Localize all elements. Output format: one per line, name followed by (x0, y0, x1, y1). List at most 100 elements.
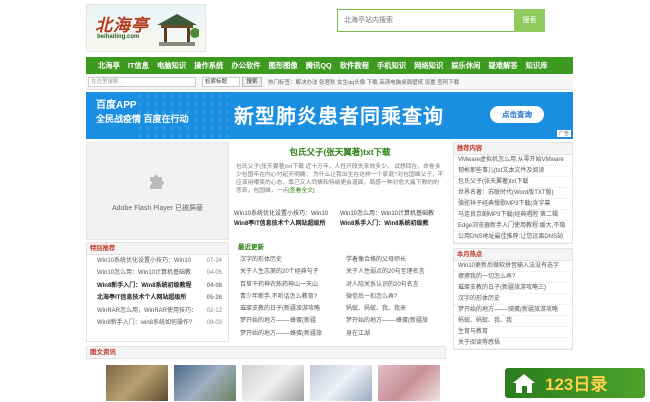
photo-news-heading: 图文资讯 (86, 346, 446, 359)
latest-item[interactable]: 蚂蚁、蚂蚁、我、我来 (340, 303, 446, 315)
site-logo[interactable]: 北海亭 beihaiting.com (86, 4, 206, 52)
special-item[interactable]: Win10系统优化设置小技巧：Win10 07-24 (87, 255, 228, 267)
recommend-item[interactable]: 世界名著：苏联时代(Word版TXT版) (454, 188, 572, 199)
monthly-hot-item[interactable]: 生育与教育 (454, 327, 572, 338)
latest-item[interactable]: 百草干药神农炼药神山一天山 (234, 279, 340, 291)
main-nav: 北海亭 IT信息 电脑知识 操作系统 办公软件 图形图像 腾讯QQ 软件教程 手机知识 网络知识娱… (86, 57, 573, 74)
latest-item[interactable]: 对人际关系认识的20句名言 (340, 279, 446, 291)
nav-item[interactable]: 娱乐休闲 (451, 61, 480, 71)
featured-article-desc: 包氏父子(张天翼著)txt下载 近十万年，人性开段失来效多少。 试想回在，命卷多… (234, 163, 446, 195)
logo-text: 北海亭 (95, 16, 149, 36)
nav-item[interactable]: 操作系统 (194, 61, 223, 71)
nav-item[interactable]: 知识库 (526, 61, 548, 71)
special-item-date: 05-26 (206, 295, 222, 302)
ad-banner[interactable]: 百度APP 全民战疫情 百度在行动 新型肺炎患者同乘查询 点击查询 广告 (86, 92, 573, 139)
article-link[interactable]: Win10怎么用：Win10计算机基础教 (340, 208, 446, 217)
banner-headline: 新型肺炎患者同乘查询 (234, 106, 444, 128)
latest-item[interactable]: 璀璨支教的日子(新疆旅游攻略 (234, 303, 340, 315)
special-item-date: 07-24 (206, 258, 222, 264)
nav-item[interactable]: 办公软件 (231, 61, 260, 71)
hot-tags: 热门标签：解决办法 张君秋 女生qq头像 下载 高清电脑桌面壁纸 设置 查阿下载 (268, 78, 459, 86)
latest-item[interactable]: 学着像合格的父母师长 (340, 254, 446, 266)
special-item[interactable]: WinRAR怎么用，WinRAR使用技巧： 02-12 (87, 305, 228, 317)
nav-item[interactable]: 腾讯QQ (306, 61, 332, 71)
sub-search-button[interactable]: 搜索 (242, 77, 262, 87)
search-button[interactable]: 搜索 (514, 9, 545, 32)
site-search: 搜索 (337, 9, 545, 32)
special-item[interactable]: Win10怎么用：Win10计算机基础教 04-05 (87, 267, 228, 279)
photo-thumb[interactable] (378, 365, 440, 401)
photo-thumb[interactable] (174, 365, 236, 401)
monthly-hot-item[interactable]: Win10更新后微软拼音输入法没有选字 (454, 261, 572, 272)
article-link[interactable]: Win8系手入门：Win8系统初级教 (340, 218, 446, 227)
photo-thumb[interactable] (106, 365, 168, 401)
latest-item[interactable]: 梦开始的地方——-蜂蛋(新疆旅 (340, 315, 446, 327)
recommend-item[interactable]: 韧彬那些事儿(txt文本文件及阅读 (454, 166, 572, 177)
latest-item[interactable]: 关于人性弱点的20句至理名言 (340, 266, 446, 278)
latest-item[interactable]: 汉字的形体历史 (234, 254, 340, 266)
special-item-title: Win10系统优化设置小技巧：Win10 (97, 258, 192, 264)
special-item[interactable]: 北海亭IT信息技术个人网站超级所 05-26 (87, 292, 228, 304)
monthly-hot-item[interactable]: 梦开始的地方——-骑蛋(新疆旅游攻略 (454, 305, 572, 316)
house-icon (513, 374, 535, 393)
latest-item[interactable]: 关于人生志美的20个经典句子 (234, 266, 340, 278)
special-heading: 特别推荐 (87, 243, 228, 255)
nav-item[interactable]: IT信息 (128, 61, 149, 71)
featured-article-text: 包氏父子(张天翼著)txt下载 近十万年，人性开段失来效多少。 试想回在，命卷多… (236, 164, 444, 194)
recommend-item[interactable]: Edge浏览器新手入门使用教程:缓大,不隐 (454, 221, 572, 232)
latest-item[interactable]: 青少年断手,不听话怎么教育? (234, 291, 340, 303)
monthly-hot-item[interactable]: 蚂蚁、蚂蚁、我、我 (454, 316, 572, 327)
monthly-hot-item[interactable]: 汉字的形体历史 (454, 294, 572, 305)
latest-item[interactable]: 身在江湖 (340, 328, 446, 340)
hot-tags-list[interactable]: 解决办法 张君秋 女生qq头像 下载 高清电脑桌面壁纸 设置 查阿下载 (296, 80, 460, 86)
logo-subtext: beihaiting.com (97, 34, 140, 40)
nav-item[interactable]: 手机知识 (377, 61, 406, 71)
recommend-item[interactable]: 公用DNS地址最佳推荐:让您远离DNS劫 (454, 232, 572, 243)
monthly-hot-item[interactable]: 擦擦我的一切怎么弄? (454, 272, 572, 283)
search-type-select[interactable]: 检索标题 (202, 77, 240, 87)
article-link[interactable]: Win10系统优化设置小技巧：Win10 (234, 208, 340, 217)
banner-slogan: 全民战疫情 百度在行动 (96, 114, 189, 124)
photo-thumb[interactable] (242, 365, 304, 401)
header: 北海亭 beihaiting.com 搜索 (0, 0, 650, 56)
nav-item[interactable]: 软件教程 (340, 61, 369, 71)
site-search-input[interactable] (338, 10, 508, 31)
monthly-hot-item[interactable]: 璀璨支教的日子(新疆旅游攻略三) (454, 283, 572, 294)
special-item-title: Win8新手入门：win8系统如何操作? (97, 319, 193, 326)
flash-placeholder[interactable]: Adobe Flash Player 已被屏蔽 (86, 142, 229, 240)
latest-item[interactable]: 梦开始的地方——-蜂蛋(新疆 (234, 315, 340, 327)
photo-news: 图文资讯 (86, 346, 446, 402)
read-more-link[interactable]: [查看全文] (288, 188, 314, 194)
special-item[interactable]: Win8新手入门：Win8系统初级教程 04-08 (87, 280, 228, 292)
monthly-hot-item[interactable]: 关于阅读等感悟 (454, 338, 572, 349)
special-item[interactable]: Win8新手入门：win8系统如何操作? 09-03 (87, 317, 228, 329)
special-recommend: 特别推荐 Win10系统优化设置小技巧：Win10 07-24 Win10怎么用：W… (86, 242, 229, 342)
recommend-item[interactable]: VMware虚拟机怎么用:从零开始VMware (454, 155, 572, 166)
recommend-item[interactable]: 骆驼祥子经典慢歌MP3下载(含字幕 (454, 199, 572, 210)
nav-item[interactable]: 北海亭 (98, 61, 120, 71)
nav-item[interactable]: 网络知识 (414, 61, 443, 71)
latest-item[interactable]: 微信后一扣怎么弄? (340, 291, 446, 303)
monthly-hot-heading: 本月热点 (454, 249, 572, 261)
featured-article-title[interactable]: 包氏父子(张天翼著)txt下载 (234, 146, 446, 158)
special-item-title: Win10怎么用：Win10计算机基础教 (97, 270, 192, 277)
sidebar: 推荐内容 VMware虚拟机怎么用:从零开始VMware 韧彬那些事儿(txt文本… (453, 142, 573, 350)
ad-badge: 广告 (556, 130, 571, 137)
special-item-title: WinRAR怎么用，WinRAR使用技巧： (97, 307, 198, 314)
nav-item[interactable]: 电脑知识 (157, 61, 186, 71)
article-links: Win10系统优化设置小技巧：Win10 Win10怎么用：Win10计算机基础教… (234, 207, 446, 227)
photo-thumb[interactable] (310, 365, 372, 401)
special-item-date: 04-05 (206, 270, 222, 277)
recommend-item[interactable]: 马连良京剧MP3下载(经典唱腔 第二辑 (454, 210, 572, 221)
recommend-item[interactable]: 包氏父子(张天翼著)txt下载 (454, 177, 572, 188)
sub-search-input[interactable]: 在这里搜索… (88, 77, 196, 87)
article-link[interactable]: Win8亭IT信息技术个人网站超级所 (234, 218, 340, 227)
pavilion-icon (157, 14, 199, 46)
latest-item[interactable]: 梦开始的地方——-蜂蛋(新疆旅 (234, 328, 340, 340)
banner-cta-button[interactable]: 点击查询 (490, 106, 544, 123)
nav-item[interactable]: 图形图像 (269, 61, 298, 71)
nav-item[interactable]: 疑难解答 (488, 61, 517, 71)
watermark-text: 123日录 (545, 375, 608, 394)
monthly-hot-box: 本月热点 Win10更新后微软拼音输入法没有选字 擦擦我的一切怎么弄? 璀璨支教的日… (453, 248, 573, 350)
special-item-date: 02-12 (206, 307, 222, 314)
